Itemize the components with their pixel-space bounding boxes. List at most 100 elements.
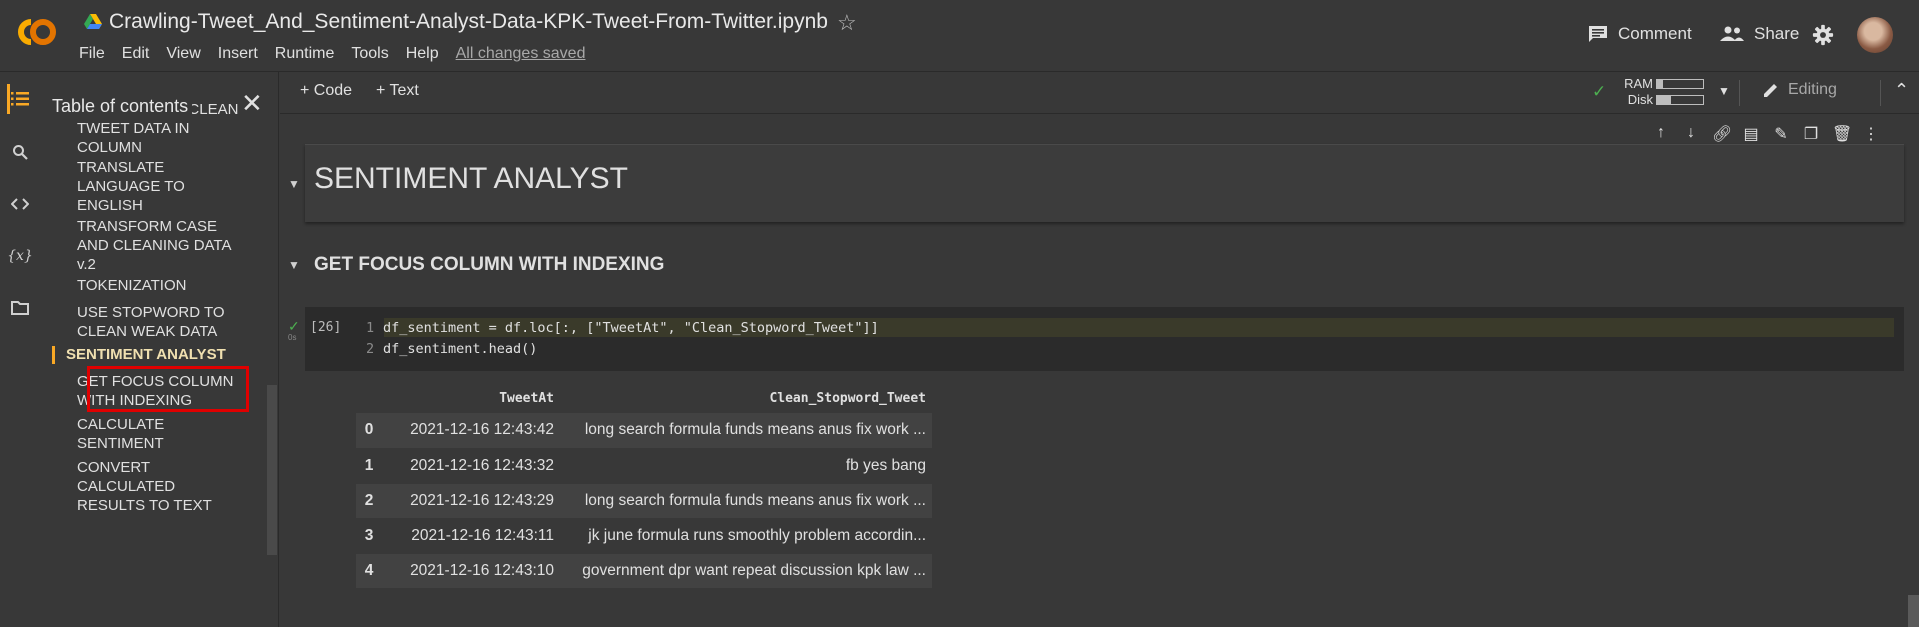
colab-logo[interactable] bbox=[12, 12, 62, 52]
menu-edit[interactable]: Edit bbox=[122, 45, 150, 63]
comment-cell-icon[interactable]: ▤ bbox=[1742, 124, 1760, 144]
row-index: 3 bbox=[356, 518, 382, 554]
comment-icon bbox=[1589, 26, 1607, 42]
header: Crawling-Tweet_And_Sentiment-Analyst-Dat… bbox=[0, 0, 1919, 72]
editing-label: Editing bbox=[1788, 81, 1837, 98]
table-header-row: TweetAt Clean_Stopword_Tweet bbox=[356, 383, 932, 413]
google-drive-icon bbox=[84, 14, 102, 29]
heading-get-focus-column: GET FOCUS COLUMN WITH INDEXING bbox=[314, 254, 665, 275]
table-row: 0 2021-12-16 12:43:42 long search formul… bbox=[356, 413, 932, 449]
divider bbox=[1739, 80, 1740, 106]
cell-clean-tweet: long search formula funds means anus fix… bbox=[560, 413, 932, 449]
close-icon[interactable]: ✕ bbox=[241, 88, 263, 119]
table-row: 4 2021-12-16 12:43:10 government dpr wan… bbox=[356, 553, 932, 589]
comment-label: Comment bbox=[1618, 24, 1692, 43]
line-number: 2 bbox=[366, 341, 375, 357]
toc-active-indicator bbox=[52, 346, 55, 364]
collapse-section-icon[interactable]: ▼ bbox=[288, 258, 300, 272]
activity-bar: {x} bbox=[0, 72, 40, 627]
row-index: 1 bbox=[356, 448, 382, 484]
highlight-box bbox=[87, 366, 249, 412]
editing-mode-button[interactable]: Editing bbox=[1762, 81, 1837, 99]
toc-panel: ANALYSIS AND CLEAN TWEET DATA IN COLUMN … bbox=[40, 72, 279, 627]
folder-icon[interactable] bbox=[0, 293, 40, 323]
notebook-toolbar: + Code + Text ✓ RAM Disk ▼ Editing ⌃ bbox=[280, 72, 1919, 114]
link-icon[interactable]: 🔗︎ bbox=[1712, 124, 1732, 144]
toc-item-transform[interactable]: TRANSFORM CASE AND CLEANING DATA v.2 bbox=[77, 217, 247, 274]
add-text-label: Text bbox=[389, 82, 419, 99]
cell-tweetat: 2021-12-16 12:43:32 bbox=[382, 448, 560, 484]
cell-clean-tweet: jk june formula runs smoothly problem ac… bbox=[560, 518, 932, 554]
heading-sentiment-analyst: SENTIMENT ANALYST bbox=[314, 162, 628, 195]
toc-icon[interactable] bbox=[0, 84, 40, 114]
code-snippets-icon[interactable] bbox=[0, 189, 40, 219]
ram-meter bbox=[1656, 79, 1704, 89]
search-icon[interactable] bbox=[0, 137, 40, 167]
toc-item-convert[interactable]: CONVERT CALCULATED RESULTS TO TEXT bbox=[77, 458, 247, 515]
menu-runtime[interactable]: Runtime bbox=[275, 45, 335, 63]
toc-item-stopword[interactable]: USE STOPWORD TO CLEAN WEAK DATA bbox=[77, 303, 247, 341]
content-scrollbar[interactable] bbox=[1908, 595, 1919, 627]
line-number: 1 bbox=[366, 320, 375, 336]
menu-file[interactable]: File bbox=[79, 45, 105, 63]
add-text-button[interactable]: + Text bbox=[376, 82, 419, 100]
add-code-label: Code bbox=[313, 82, 353, 99]
disk-meter-fill bbox=[1657, 96, 1671, 104]
toc-item-calculate[interactable]: CALCULATE SENTIMENT bbox=[77, 415, 247, 453]
avatar[interactable] bbox=[1857, 17, 1893, 53]
variables-icon[interactable]: {x} bbox=[0, 241, 40, 271]
code-line-2[interactable]: df_sentiment.head() bbox=[383, 341, 537, 357]
comment-button[interactable]: Comment bbox=[1588, 24, 1692, 44]
menu-insert[interactable]: Insert bbox=[218, 45, 258, 63]
collapse-header-icon[interactable]: ⌃ bbox=[1894, 80, 1909, 101]
row-index: 4 bbox=[356, 553, 382, 589]
menu-tools[interactable]: Tools bbox=[351, 45, 388, 63]
notebook-title[interactable]: Crawling-Tweet_And_Sentiment-Analyst-Dat… bbox=[109, 10, 828, 34]
move-up-icon[interactable]: ↑ bbox=[1652, 124, 1670, 144]
disk-meter bbox=[1656, 95, 1704, 105]
toc-item-translate[interactable]: TRANSLATE LANGUAGE TO ENGLISH bbox=[77, 158, 247, 215]
toc-title: Table of contents bbox=[52, 96, 193, 119]
cell-tweetat: 2021-12-16 12:43:11 bbox=[382, 518, 560, 554]
menu-view[interactable]: View bbox=[166, 45, 200, 63]
toc-item-sentiment-analyst[interactable]: SENTIMENT ANALYST bbox=[66, 345, 266, 364]
row-index: 2 bbox=[356, 483, 382, 519]
cell-tweetat: 2021-12-16 12:43:29 bbox=[382, 483, 560, 519]
more-options-icon[interactable]: ⋮ bbox=[1862, 124, 1880, 144]
ram-meter-fill bbox=[1657, 80, 1663, 88]
add-code-button[interactable]: + Code bbox=[300, 82, 352, 100]
save-status[interactable]: All changes saved bbox=[456, 45, 586, 63]
code-line-1[interactable]: df_sentiment = df.loc[:, ["TweetAt", "Cl… bbox=[383, 320, 879, 336]
share-button[interactable]: Share bbox=[1720, 24, 1799, 44]
edit-icon[interactable]: ✎ bbox=[1772, 124, 1790, 144]
index-header bbox=[356, 383, 382, 413]
output-dataframe: TweetAt Clean_Stopword_Tweet 0 2021-12-1… bbox=[356, 383, 932, 589]
exec-time-label: 0s bbox=[288, 333, 297, 342]
delete-icon[interactable]: 🗑︎ bbox=[1832, 124, 1852, 144]
disk-label: Disk bbox=[1627, 92, 1653, 107]
cell-tweetat: 2021-12-16 12:43:10 bbox=[382, 553, 560, 589]
ram-label: RAM bbox=[1624, 76, 1653, 91]
move-down-icon[interactable]: ↓ bbox=[1682, 124, 1700, 144]
menu-help[interactable]: Help bbox=[406, 45, 439, 63]
cell-toolbar: ↑ ↓ 🔗︎ ▤ ✎ ❐ 🗑︎ ⋮ bbox=[1652, 124, 1880, 144]
table-row: 2 2021-12-16 12:43:29 long search formul… bbox=[356, 483, 932, 519]
collapse-section-icon[interactable]: ▼ bbox=[288, 177, 300, 191]
resources-dropdown-icon[interactable]: ▼ bbox=[1718, 84, 1730, 98]
execution-count[interactable]: [26] bbox=[310, 320, 341, 335]
column-header: TweetAt bbox=[499, 390, 554, 406]
toc-scrollbar[interactable] bbox=[267, 385, 277, 555]
code-cell[interactable] bbox=[305, 307, 1904, 371]
cell-clean-tweet: government dpr want repeat discussion kp… bbox=[560, 553, 932, 589]
row-index: 0 bbox=[356, 413, 382, 449]
mirror-cell-icon[interactable]: ❐ bbox=[1802, 124, 1820, 144]
toc-item-tokenization[interactable]: TOKENIZATION bbox=[77, 276, 247, 295]
connected-check-icon: ✓ bbox=[1592, 82, 1607, 101]
pencil-icon bbox=[1764, 84, 1777, 97]
table-row: 3 2021-12-16 12:43:11 jk june formula ru… bbox=[356, 518, 932, 554]
menu-bar: File Edit View Insert Runtime Tools Help… bbox=[79, 45, 602, 63]
cell-tweetat: 2021-12-16 12:43:42 bbox=[382, 413, 560, 449]
star-icon[interactable]: ☆ bbox=[837, 10, 857, 36]
gear-icon[interactable] bbox=[1812, 24, 1834, 46]
resources-labels[interactable]: RAM Disk bbox=[1617, 76, 1653, 108]
